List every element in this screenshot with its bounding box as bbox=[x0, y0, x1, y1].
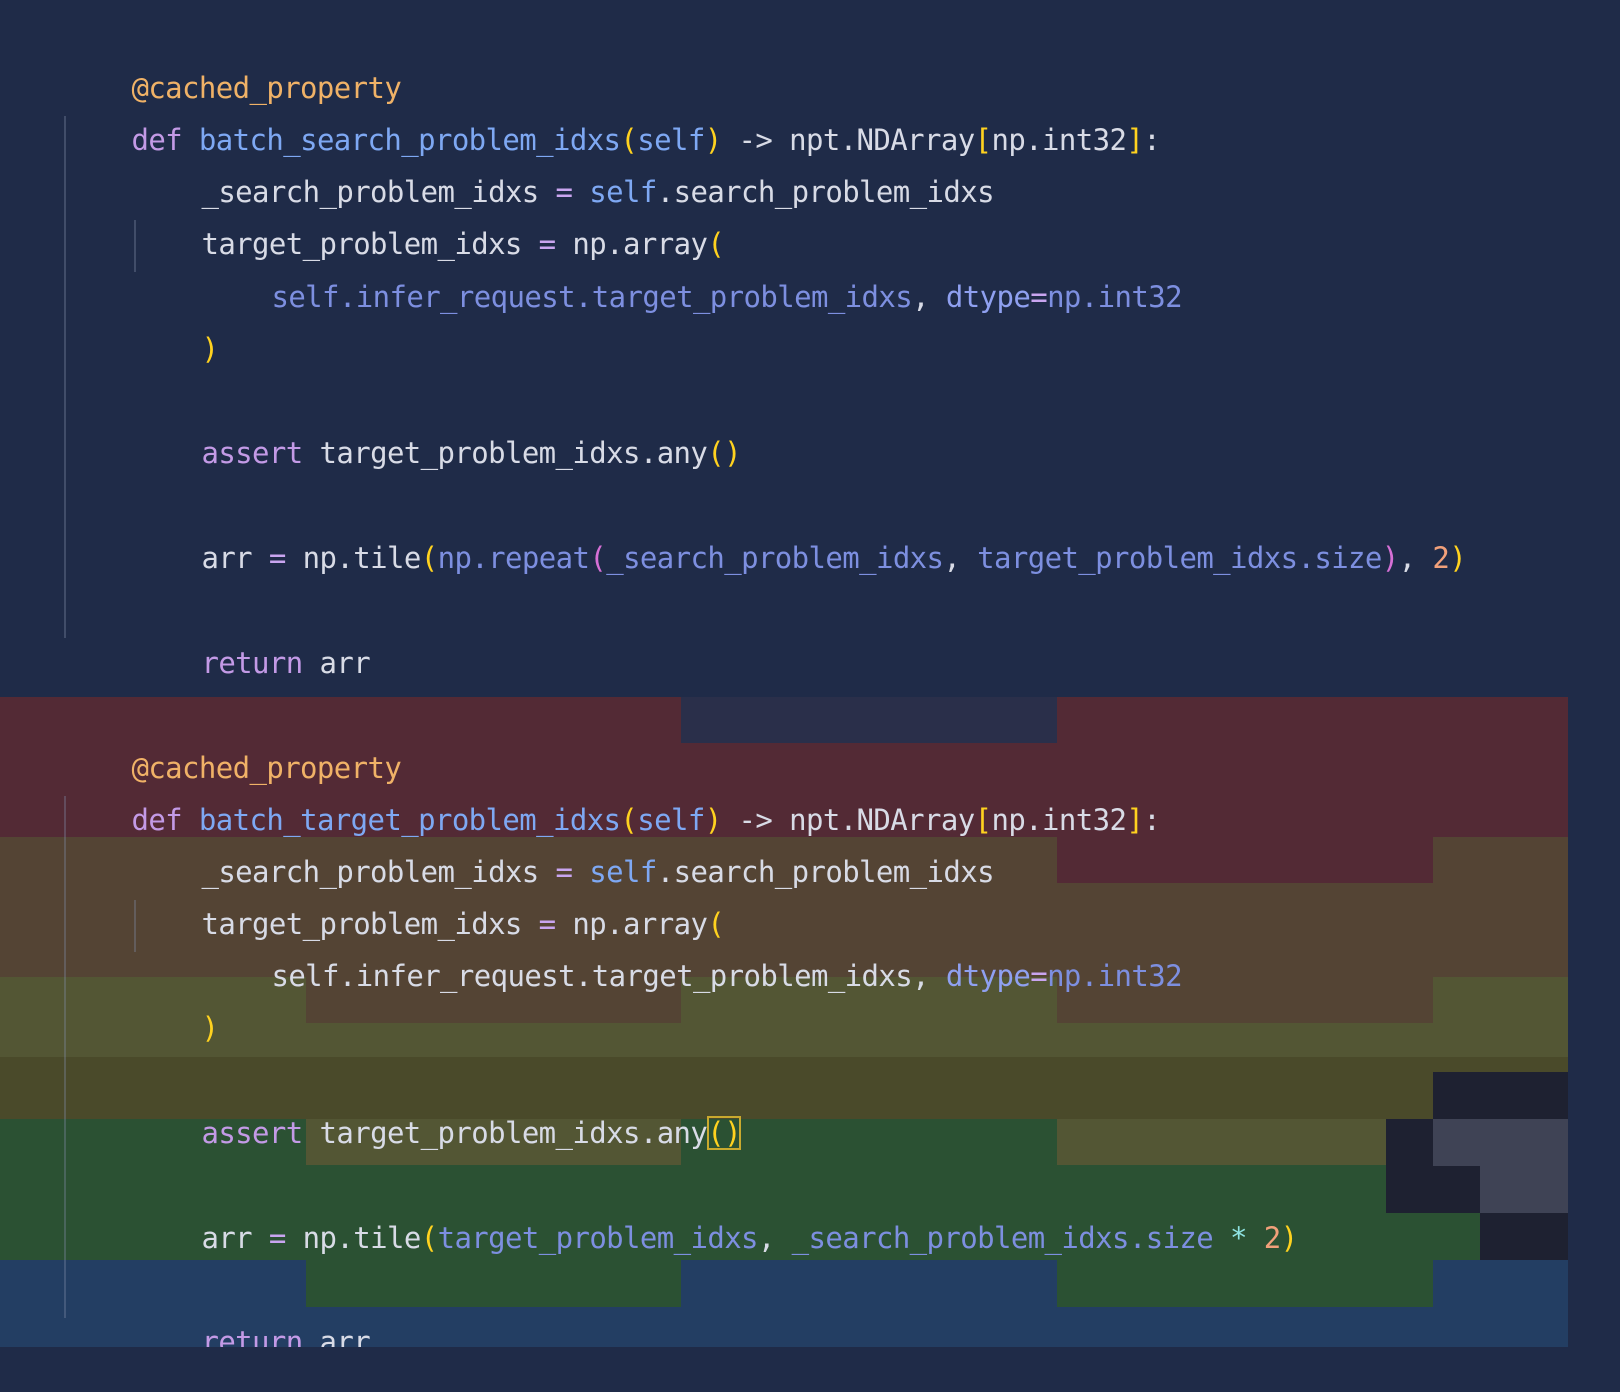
bracket: ) bbox=[1381, 541, 1399, 575]
code-line[interactable]: return arr bbox=[134, 585, 370, 680]
inner-call: np.repeat bbox=[437, 541, 590, 575]
code-line[interactable]: arr = np.tile(target_problem_idxs, _sear… bbox=[134, 1160, 1298, 1255]
comma: , bbox=[757, 1221, 792, 1255]
comma: , bbox=[912, 280, 929, 314]
number-literal: 2 bbox=[1263, 1221, 1281, 1255]
variable: arr bbox=[201, 541, 253, 575]
number-literal: 2 bbox=[1432, 541, 1450, 575]
bracket: ) bbox=[201, 1011, 219, 1045]
code-line[interactable]: return arr bbox=[134, 1264, 370, 1347]
code-line[interactable]: _search_problem_idxs = self.search_probl… bbox=[134, 794, 994, 889]
code-line[interactable]: _search_problem_idxs = self.search_probl… bbox=[134, 114, 994, 209]
bracket: ( bbox=[420, 541, 438, 575]
code-line[interactable]: target_problem_idxs = np.array( bbox=[134, 166, 724, 261]
diff-band-blue-notch bbox=[1057, 1260, 1433, 1307]
argument: _search_problem_idxs.size bbox=[791, 1221, 1214, 1255]
argument: self.infer_request.target_problem_idxs bbox=[271, 280, 913, 314]
return-value: arr bbox=[319, 646, 371, 680]
bracket: ( bbox=[589, 541, 607, 575]
code-line[interactable]: def batch_target_problem_idxs(self) -> n… bbox=[64, 742, 1160, 837]
assign-operator: = bbox=[1030, 959, 1048, 993]
minimap-slider bbox=[1480, 1166, 1568, 1213]
argument: _search_problem_idxs bbox=[606, 541, 944, 575]
code-line[interactable]: target_problem_idxs = np.array( bbox=[134, 846, 724, 941]
bracket: ( bbox=[420, 1221, 438, 1255]
colon: : bbox=[1143, 803, 1161, 837]
minimap-slider bbox=[1386, 1119, 1433, 1213]
assert-expression: target_problem_idxs.any bbox=[319, 436, 708, 470]
assert-expression: target_problem_idxs.any bbox=[319, 1116, 708, 1150]
call: np.tile bbox=[302, 1221, 422, 1255]
keyword-arg: dtype bbox=[945, 280, 1031, 314]
comma: , bbox=[1398, 541, 1433, 575]
code-line[interactable]: arr = np.tile(np.repeat(_search_problem_… bbox=[134, 480, 1466, 575]
bracket: ] bbox=[1126, 803, 1144, 837]
keyword-assert: assert bbox=[201, 1116, 303, 1150]
comma: , bbox=[912, 959, 929, 993]
code-line[interactable]: self.infer_request.target_problem_idxs, … bbox=[204, 219, 1182, 314]
variable: arr bbox=[201, 1221, 253, 1255]
argument: self.infer_request.target_problem_idxs bbox=[271, 959, 913, 993]
bracket: () bbox=[707, 436, 742, 470]
minimap-slider bbox=[1433, 1119, 1568, 1166]
argument: target_problem_idxs.size bbox=[977, 541, 1382, 575]
code-line[interactable]: self.infer_request.target_problem_idxs, … bbox=[204, 898, 1182, 993]
comma: , bbox=[943, 541, 978, 575]
keyword-return: return bbox=[201, 646, 303, 680]
diff-band-red-notch bbox=[1433, 697, 1568, 743]
minimap-slider bbox=[1480, 1213, 1568, 1260]
multiply-operator: * bbox=[1230, 1221, 1247, 1255]
assign-operator: = bbox=[268, 541, 286, 575]
diff-band-green-notch bbox=[1057, 1119, 1433, 1165]
assign-operator: = bbox=[1030, 280, 1048, 314]
keyword-return: return bbox=[201, 1325, 303, 1347]
diff-band-red-notch bbox=[681, 697, 1057, 743]
colon: : bbox=[1143, 123, 1161, 157]
minimap-slider[interactable] bbox=[1433, 1072, 1568, 1119]
code-line[interactable]: ) bbox=[134, 271, 218, 366]
keyword-arg-value: np.int32 bbox=[1047, 959, 1182, 993]
bracket: ) bbox=[1449, 541, 1467, 575]
bracket: ) bbox=[1280, 1221, 1298, 1255]
argument: target_problem_idxs bbox=[437, 1221, 759, 1255]
code-line[interactable]: assert target_problem_idxs.any() bbox=[134, 375, 741, 470]
return-value: arr bbox=[319, 1325, 371, 1347]
code-line[interactable]: @cached_property bbox=[64, 10, 401, 105]
code-line[interactable]: ) bbox=[134, 950, 218, 1045]
code-line[interactable]: assert target_problem_idxs.any() bbox=[134, 1055, 742, 1150]
assign-operator: = bbox=[268, 1221, 286, 1255]
diff-band-red-notch bbox=[1057, 697, 1433, 743]
keyword-assert: assert bbox=[201, 436, 303, 470]
keyword-arg-value: np.int32 bbox=[1047, 280, 1182, 314]
return-type-param: np.int32 bbox=[991, 803, 1127, 837]
code-line[interactable]: @cached_property bbox=[64, 690, 401, 785]
matched-bracket-highlight: () bbox=[707, 1116, 742, 1150]
minimap-slider bbox=[1433, 1166, 1480, 1213]
bracket: ] bbox=[1126, 123, 1144, 157]
code-editor[interactable]: @cached_property def batch_search_proble… bbox=[0, 0, 1568, 1347]
code-line[interactable]: def batch_search_problem_idxs(self) -> n… bbox=[64, 62, 1160, 157]
keyword-arg: dtype bbox=[945, 959, 1031, 993]
return-type-param: np.int32 bbox=[991, 123, 1127, 157]
bracket: ) bbox=[201, 332, 219, 366]
call: np.tile bbox=[302, 541, 422, 575]
